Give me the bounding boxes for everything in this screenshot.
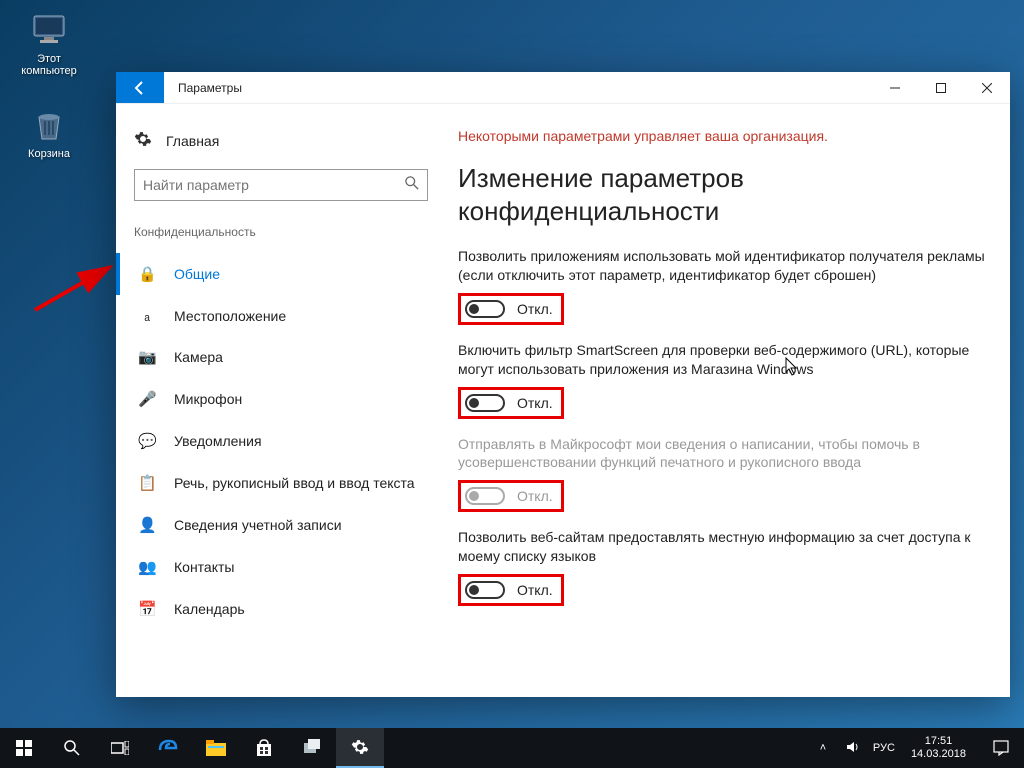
- nav-account[interactable]: 👤 Сведения учетной записи: [116, 504, 446, 546]
- nav-calendar[interactable]: 📅 Календарь: [116, 588, 446, 630]
- toggle-switch[interactable]: [465, 581, 505, 599]
- clipboard-icon: 📋: [138, 474, 156, 492]
- back-button[interactable]: [116, 72, 164, 103]
- toggle-row: Откл.: [458, 574, 564, 606]
- nav-notifications[interactable]: 💬 Уведомления: [116, 420, 446, 462]
- nav-location[interactable]: ₐ Местоположение: [116, 295, 446, 336]
- setting-smartscreen: Включить фильтр SmartScreen для проверки…: [458, 341, 986, 419]
- toggle-row: Откл.: [458, 293, 564, 325]
- nav-label: Речь, рукописный ввод и ввод текста: [174, 475, 415, 491]
- app-button[interactable]: [288, 728, 336, 768]
- org-notice: Некоторыми параметрами управляет ваша ор…: [458, 128, 986, 144]
- sidebar: Главная Конфиденциальность 🔒 Общие ₐ Место…: [116, 104, 446, 697]
- nav-label: Микрофон: [174, 391, 242, 407]
- start-button[interactable]: [0, 728, 48, 768]
- toggle-switch: [465, 487, 505, 505]
- task-view-button[interactable]: [96, 728, 144, 768]
- lock-icon: 🔒: [138, 265, 156, 283]
- toggle-state: Откл.: [517, 301, 553, 317]
- close-button[interactable]: [964, 72, 1010, 103]
- setting-typing-data: Отправлять в Майкрософт мои сведения о н…: [458, 435, 986, 513]
- desktop-icon-recycle-bin[interactable]: Корзина: [12, 105, 86, 160]
- search-button[interactable]: [48, 728, 96, 768]
- content-pane: Некоторыми параметрами управляет ваша ор…: [446, 104, 1010, 697]
- nav-microphone[interactable]: 🎤 Микрофон: [116, 378, 446, 420]
- desktop-icon-label: Этот компьютер: [12, 53, 86, 77]
- store-button[interactable]: [240, 728, 288, 768]
- microphone-icon: 🎤: [138, 390, 156, 408]
- setting-desc: Позволить приложениям использовать мой и…: [458, 247, 986, 285]
- nav-general[interactable]: 🔒 Общие: [116, 253, 446, 295]
- toggle-switch[interactable]: [465, 300, 505, 318]
- search-icon: [405, 176, 419, 195]
- window-title: Параметры: [164, 72, 872, 103]
- page-heading: Изменение параметров конфиденциальности: [458, 162, 986, 227]
- nav-label: Камера: [174, 349, 223, 365]
- person-icon: 👤: [138, 516, 156, 534]
- toggle-state: Откл.: [517, 488, 553, 504]
- home-link[interactable]: Главная: [116, 124, 446, 169]
- toggle-state: Откл.: [517, 582, 553, 598]
- clock[interactable]: 17:51 14.03.2018: [905, 735, 972, 761]
- explorer-button[interactable]: [192, 728, 240, 768]
- search-input[interactable]: [134, 169, 428, 201]
- trash-icon: [29, 105, 69, 145]
- annotation-arrow: [30, 255, 120, 315]
- volume-icon[interactable]: [843, 740, 863, 757]
- toggle-row: Откл.: [458, 387, 564, 419]
- setting-desc: Отправлять в Майкрософт мои сведения о н…: [458, 435, 986, 473]
- contacts-icon: 👥: [138, 558, 156, 576]
- maximize-button[interactable]: [918, 72, 964, 103]
- calendar-icon: 📅: [138, 600, 156, 618]
- setting-desc: Включить фильтр SmartScreen для проверки…: [458, 341, 986, 379]
- minimize-button[interactable]: [872, 72, 918, 103]
- nav-label: Календарь: [174, 601, 245, 617]
- toggle-row: Откл.: [458, 480, 564, 512]
- setting-advertising-id: Позволить приложениям использовать мой и…: [458, 247, 986, 325]
- clock-date: 14.03.2018: [911, 748, 966, 761]
- action-center-button[interactable]: [982, 740, 1020, 756]
- setting-desc: Позволить веб-сайтам предоставлять местн…: [458, 528, 986, 566]
- location-icon: ₐ: [138, 307, 156, 324]
- toggle-state: Откл.: [517, 395, 553, 411]
- nav-label: Сведения учетной записи: [174, 517, 342, 533]
- section-label: Конфиденциальность: [116, 225, 446, 253]
- nav-label: Местоположение: [174, 308, 286, 324]
- nav-list: 🔒 Общие ₐ Местоположение 📷 Камера 🎤 Микрофон…: [116, 253, 446, 630]
- nav-label: Контакты: [174, 559, 234, 575]
- toggle-switch[interactable]: [465, 394, 505, 412]
- desktop-icon-label: Корзина: [12, 148, 86, 160]
- desktop-icon-this-pc[interactable]: Этот компьютер: [12, 10, 86, 77]
- nav-contacts[interactable]: 👥 Контакты: [116, 546, 446, 588]
- edge-button[interactable]: [144, 728, 192, 768]
- clock-time: 17:51: [911, 735, 966, 748]
- settings-taskbar-button[interactable]: [336, 728, 384, 768]
- monitor-icon: [29, 10, 69, 50]
- language-indicator[interactable]: РУС: [873, 742, 895, 754]
- gear-icon: [134, 130, 152, 151]
- speech-icon: 💬: [138, 432, 156, 450]
- settings-window: Параметры Главная Конфиденциальность 🔒 Об…: [116, 72, 1010, 697]
- titlebar: Параметры: [116, 72, 1010, 104]
- tray-chevron-icon[interactable]: ˄: [813, 742, 833, 754]
- nav-label: Уведомления: [174, 433, 262, 449]
- setting-language-list: Позволить веб-сайтам предоставлять местн…: [458, 528, 986, 606]
- camera-icon: 📷: [138, 348, 156, 366]
- nav-speech[interactable]: 📋 Речь, рукописный ввод и ввод текста: [116, 462, 446, 504]
- nav-label: Общие: [174, 266, 220, 282]
- search-field[interactable]: [143, 177, 405, 193]
- taskbar: ˄ РУС 17:51 14.03.2018: [0, 728, 1024, 768]
- nav-camera[interactable]: 📷 Камера: [116, 336, 446, 378]
- home-label: Главная: [166, 133, 219, 149]
